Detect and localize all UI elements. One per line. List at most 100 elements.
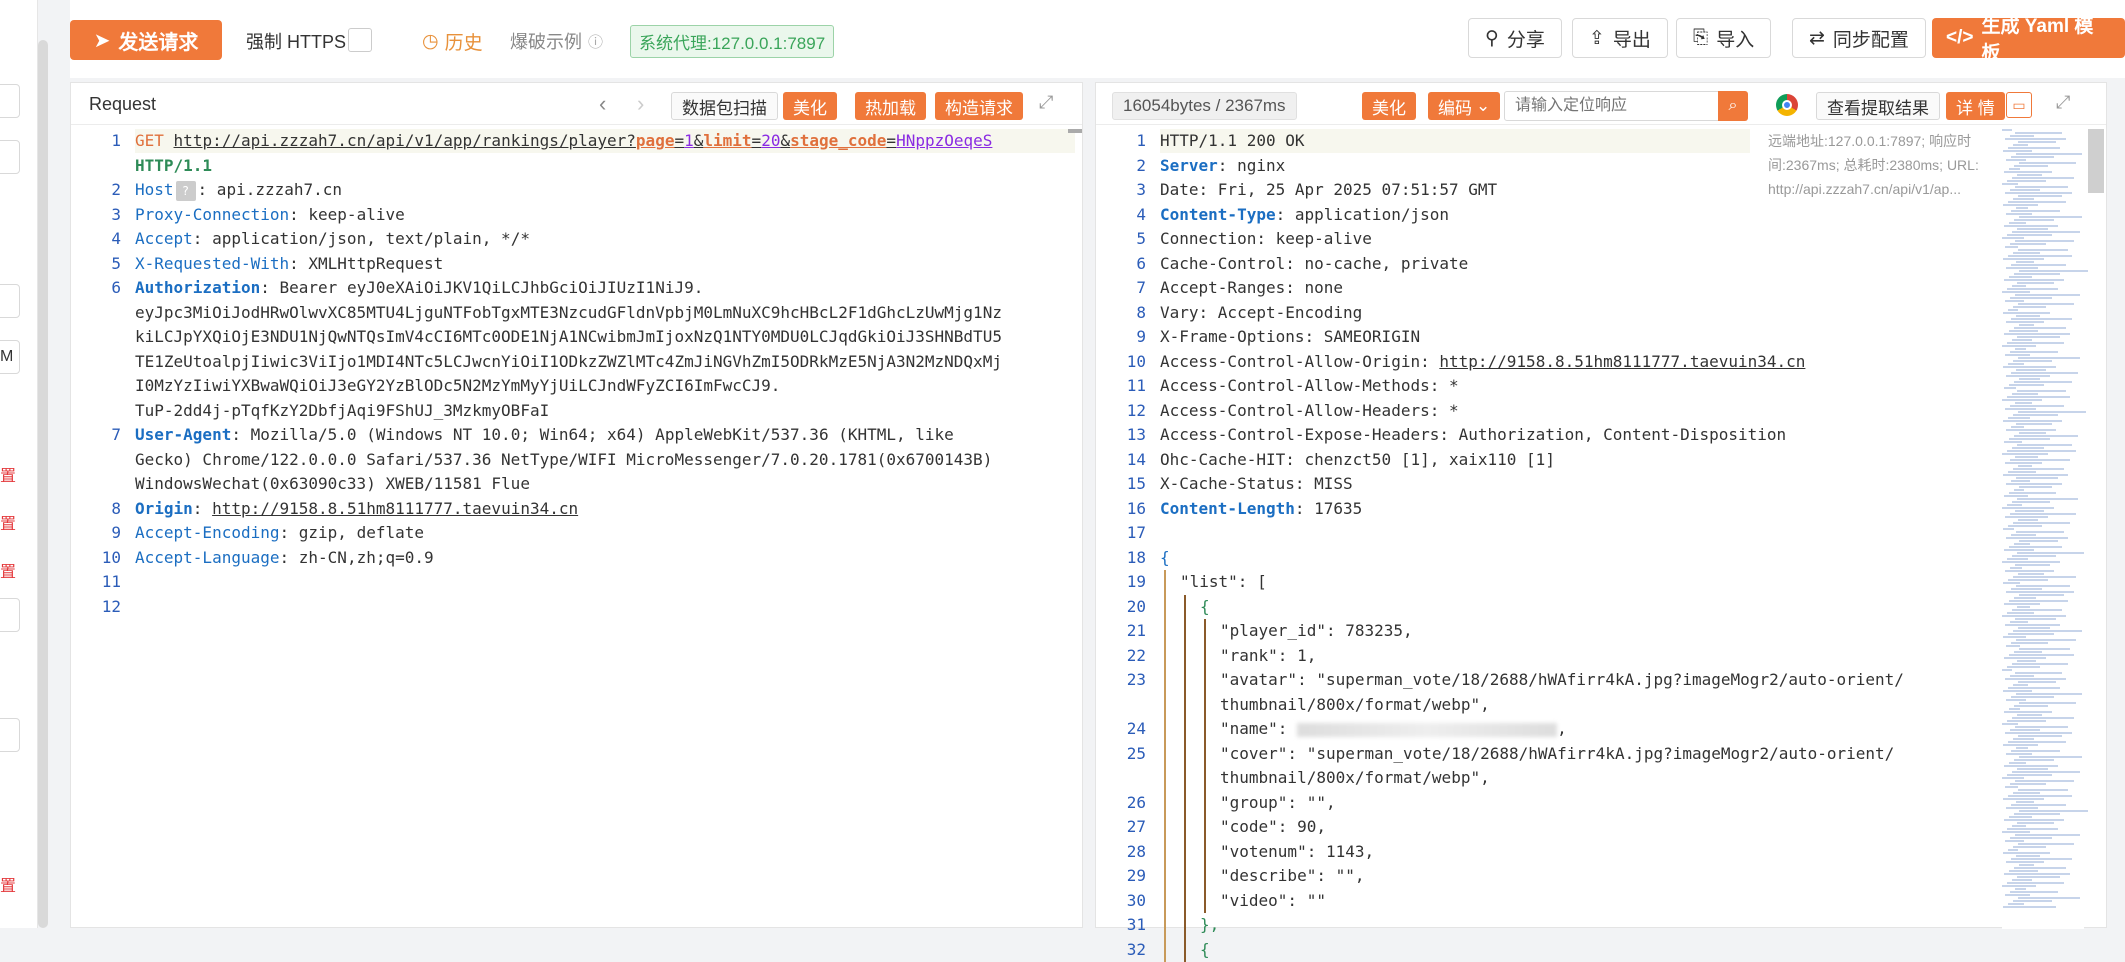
minimap-line [2016, 639, 2076, 641]
code-line: Connection: keep-alive [1160, 227, 1372, 251]
sidebar-input[interactable] [0, 84, 20, 118]
minimap-line [2006, 699, 2026, 701]
force-https-label: 强制 HTTPS [246, 28, 346, 54]
import-button[interactable]: ⎘导入 [1676, 18, 1771, 58]
beautify-button[interactable]: 美化 [783, 92, 837, 120]
minimap-line [2019, 648, 2070, 650]
code-text: "group": "", [1220, 793, 1336, 812]
packet-scan-button[interactable]: 数据包扫描 [671, 92, 778, 120]
sidebar-input[interactable] [0, 718, 20, 752]
export-button[interactable]: ⇪导出 [1572, 18, 1668, 58]
minimap-line [2005, 624, 2060, 626]
minimap-line [2007, 828, 2058, 830]
param-value: 1 [684, 131, 694, 150]
response-panel: 16054bytes / 2367ms 美化 编码⌄ ⌕ 查看提取结果 详 情 … [1095, 82, 2107, 928]
line-number: 15 [1096, 472, 1146, 496]
fullscreen-icon[interactable]: ⤢ [1039, 92, 1053, 113]
minimap-line [2004, 171, 2052, 173]
comment-icon[interactable]: ▭ [2006, 92, 2032, 118]
minimap-line [2010, 621, 2028, 623]
view-extract-results-button[interactable]: 查看提取结果 [1816, 92, 1940, 120]
indent-guide [1184, 938, 1186, 962]
code-line: "player_id": 783235, [1220, 619, 1413, 643]
minimap-line [2014, 867, 2066, 869]
prev-arrow-icon[interactable]: ‹ [599, 91, 606, 117]
code-line: Accept-Encoding: gzip, deflate [135, 521, 424, 545]
minimap-line [2010, 891, 2058, 893]
force-https-checkbox[interactable] [348, 28, 372, 52]
minimap-line [2005, 678, 2066, 680]
minimap-line [2017, 390, 2066, 392]
response-beautify-button[interactable]: 美化 [1362, 92, 1416, 120]
indent-guide [1184, 815, 1186, 840]
code-text: "video": "" [1220, 891, 1326, 910]
code-line: { [1200, 938, 1210, 962]
generate-yaml-button[interactable]: </>生成 Yaml 模板 [1932, 18, 2125, 58]
line-number: 8 [1096, 301, 1146, 325]
minimap-line [2015, 456, 2038, 458]
code-line: "group": "", [1220, 791, 1336, 815]
param-sep: & [780, 131, 790, 150]
minimap-line [2019, 486, 2052, 488]
minimap-line [2018, 303, 2074, 305]
code-line: Vary: Accept-Encoding [1160, 301, 1362, 325]
response-viewer[interactable]: 1HTTP/1.1 200 OK2Server: nginx3Date: Fri… [1096, 129, 2106, 927]
fullscreen-icon[interactable]: ⤢ [2056, 92, 2070, 113]
burst-example-link[interactable]: 爆破示例 [510, 28, 582, 54]
sidebar-input[interactable] [0, 598, 20, 632]
minimap-line [2018, 195, 2062, 197]
minimap-line [2003, 744, 2038, 746]
share-button[interactable]: ⚲分享 [1468, 18, 1562, 58]
minimap-line [2008, 363, 2024, 365]
line-number: 17 [1096, 521, 1146, 545]
response-scrollbar[interactable] [2088, 129, 2104, 193]
chrome-icon[interactable] [1776, 94, 1798, 116]
request-editor[interactable]: 1GET http://api.zzzah7.cn/api/v1/app/ran… [71, 129, 1082, 927]
minimap-line [2003, 528, 2014, 530]
minimap-line [2008, 741, 2066, 743]
send-request-button[interactable]: ➤ 发送请求 [70, 20, 222, 60]
minimap-line [2019, 216, 2082, 218]
next-arrow-icon[interactable]: › [637, 91, 644, 117]
minimap-line [2004, 819, 2064, 821]
sidebar-label: 置 [0, 558, 16, 582]
history-button[interactable]: ◷ 历史 [422, 28, 483, 55]
indent-guide [1164, 913, 1166, 938]
search-icon[interactable]: ⌕ [1718, 91, 1748, 121]
minimap-line [2009, 222, 2026, 224]
hot-load-button[interactable]: 热加载 [855, 92, 926, 120]
info-icon: ? [176, 181, 196, 201]
code-text: Cache-Control: no-cache, private [1160, 254, 1468, 273]
sidebar-scrollbar[interactable] [38, 40, 48, 928]
line-number: 31 [1096, 913, 1146, 937]
minimap-line [2006, 753, 2032, 755]
header-value: zh-CN,zh;q=0.9 [289, 548, 434, 567]
sync-config-button[interactable]: ⇄同步配置 [1792, 18, 1926, 58]
sidebar-input[interactable] [0, 284, 20, 318]
minimap-line [2015, 348, 2026, 350]
encoding-dropdown[interactable]: 编码⌄ [1428, 92, 1500, 120]
editor-scrollbar[interactable] [1068, 129, 1082, 133]
minimap-line [2011, 588, 2042, 590]
minimap-line [2012, 609, 2062, 611]
minimap-line [2009, 762, 2026, 764]
minimap-line [2010, 135, 2034, 137]
code-minimap[interactable] [2002, 129, 2084, 929]
locate-response-input[interactable] [1504, 91, 1720, 121]
details-button[interactable]: 详 情 [1946, 92, 2005, 120]
minimap-line [2018, 141, 2056, 143]
code-icon: </> [1946, 27, 1973, 49]
indent-guide [1184, 693, 1186, 718]
minimap-line [2006, 267, 2038, 269]
minimap-line [2019, 756, 2082, 758]
indent-guide [1184, 889, 1186, 914]
code-line: }, [1200, 913, 1219, 937]
sidebar-input[interactable] [0, 140, 20, 174]
code-line: Server: nginx [1160, 154, 1285, 178]
header-key: Accept-Language [135, 548, 280, 567]
build-request-button[interactable]: 构造请求 [935, 92, 1023, 120]
header-key: X-Requested-With [135, 254, 289, 273]
help-icon: ⓘ [588, 31, 603, 52]
sidebar-label: M [0, 348, 13, 366]
minimap-line [2002, 129, 2012, 131]
